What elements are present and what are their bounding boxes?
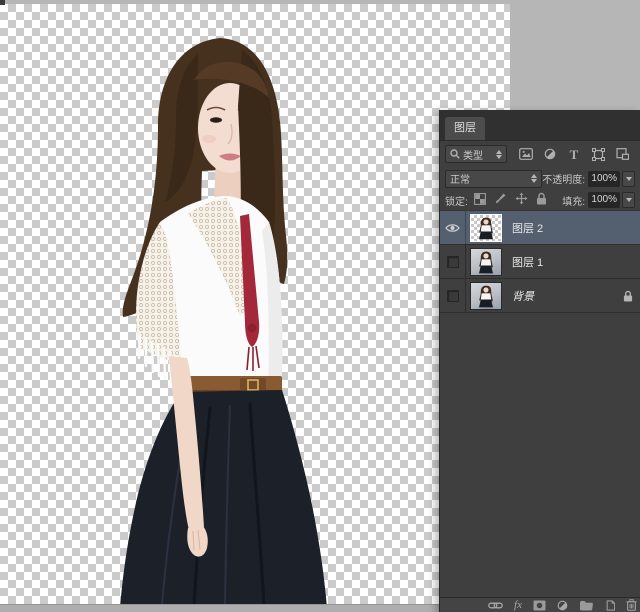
new-layer-icon[interactable]: [604, 600, 615, 611]
pixel-layer-filter-icon[interactable]: [519, 147, 533, 161]
layer-thumbnail[interactable]: [470, 248, 502, 276]
layers-panel: 图层 类型 T: [439, 110, 640, 612]
layer-style-fx-icon[interactable]: fx: [514, 600, 522, 611]
photo-of-woman: [90, 26, 340, 608]
opacity-value[interactable]: 100%: [588, 171, 620, 187]
panel-tab-bar: 图层: [440, 110, 640, 141]
lock-all-icon[interactable]: [536, 192, 547, 208]
lock-position-icon[interactable]: [515, 192, 528, 208]
link-layers-icon[interactable]: [488, 601, 503, 610]
lock-transparency-icon[interactable]: [474, 193, 486, 208]
delete-layer-trash-icon[interactable]: [626, 599, 637, 611]
window-corner: [0, 0, 5, 5]
layer-name: 背景: [512, 288, 534, 304]
new-group-folder-icon[interactable]: [579, 600, 593, 611]
visibility-toggle[interactable]: [440, 245, 466, 278]
layer-filter-row: 类型 T: [440, 141, 640, 167]
fill-label: 填充:: [562, 193, 585, 208]
opacity-dropdown-arrow[interactable]: [622, 171, 635, 187]
lock-label: 锁定:: [445, 193, 468, 208]
background-lock-icon: [623, 290, 633, 302]
blend-mode-row: 正常 不透明度: 100%: [440, 167, 640, 190]
layer-name: 图层 2: [512, 220, 543, 236]
visibility-toggle[interactable]: [440, 211, 466, 244]
layer-row-layer2[interactable]: 图层 2: [440, 211, 640, 245]
spinner-icon: [531, 174, 537, 183]
layer-list-empty-area: [440, 313, 640, 597]
add-mask-icon[interactable]: [533, 600, 546, 611]
lock-row: 锁定: 填充: 100%: [440, 190, 640, 211]
hidden-eye-box: [447, 256, 459, 268]
layer-list: 图层 2 图层 1 背景: [440, 211, 640, 313]
hidden-eye-box: [447, 290, 459, 302]
blend-mode-dropdown[interactable]: 正常: [445, 170, 542, 188]
fill-value[interactable]: 100%: [588, 192, 620, 208]
search-icon: [450, 149, 460, 159]
blend-mode-value: 正常: [450, 171, 470, 186]
eye-icon: [445, 223, 460, 233]
layer-row-background[interactable]: 背景: [440, 279, 640, 313]
lock-image-icon[interactable]: [494, 192, 507, 208]
opacity-label: 不透明度:: [542, 171, 585, 186]
layer-row-layer1[interactable]: 图层 1: [440, 245, 640, 279]
shape-filter-icon[interactable]: [591, 147, 605, 161]
fill-dropdown-arrow[interactable]: [622, 192, 635, 208]
layer-thumbnail[interactable]: [470, 214, 502, 242]
adjustment-filter-icon[interactable]: [543, 147, 557, 161]
spinner-icon: [496, 150, 502, 159]
adjustment-layer-icon[interactable]: [557, 600, 568, 611]
layer-thumbnail[interactable]: [470, 282, 502, 310]
filter-type-dropdown[interactable]: 类型: [445, 145, 507, 163]
document-canvas[interactable]: [0, 4, 510, 604]
type-filter-icon[interactable]: T: [567, 147, 581, 161]
canvas-edge-strip: [0, 604, 440, 612]
filter-type-label: 类型: [463, 147, 483, 162]
tab-layers[interactable]: 图层: [445, 117, 485, 140]
panel-bottom-toolbar: fx: [440, 597, 640, 612]
layer-name: 图层 1: [512, 254, 543, 270]
visibility-toggle[interactable]: [440, 279, 466, 312]
smart-object-filter-icon[interactable]: [615, 147, 629, 161]
